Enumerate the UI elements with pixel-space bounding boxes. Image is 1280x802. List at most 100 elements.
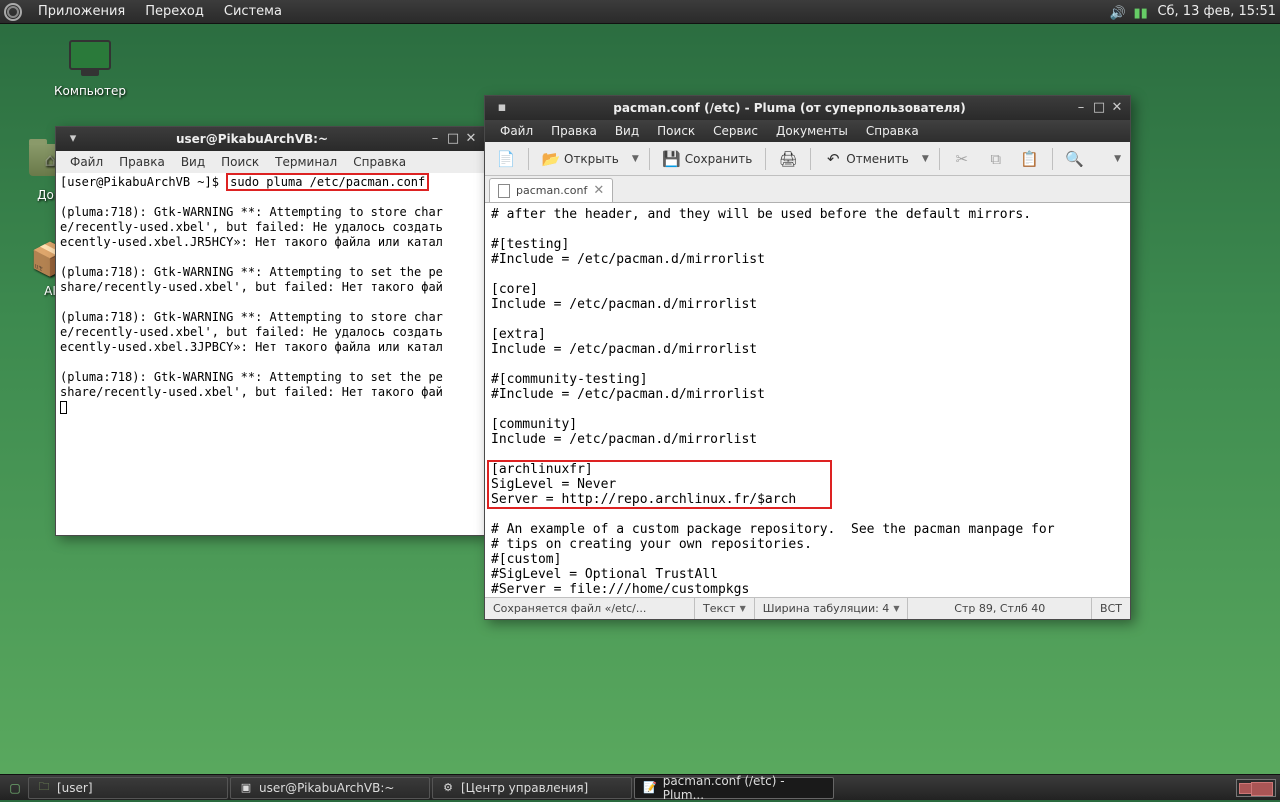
separator — [810, 148, 811, 170]
undo-dropdown[interactable]: ▼ — [919, 154, 932, 164]
terminal-body[interactable]: [user@PikabuArchVB ~]$ sudo pluma /etc/p… — [56, 173, 484, 535]
terminal-output: (pluma:718): Gtk-WARNING **: Attempting … — [60, 310, 443, 354]
separator — [528, 148, 529, 170]
menu-file[interactable]: Файл — [62, 155, 111, 169]
copy-icon: ⧉ — [987, 150, 1005, 168]
menu-view[interactable]: Вид — [606, 124, 648, 138]
print-icon: 🖨 — [779, 150, 797, 168]
copy-button[interactable]: ⧉ — [981, 146, 1011, 172]
undo-icon: ↶ — [824, 150, 842, 168]
bottom-panel: ▢ 🗀 [user] ▣ user@PikabuArchVB:~ ⚙ [Цент… — [0, 774, 1280, 800]
menu-edit[interactable]: Правка — [542, 124, 606, 138]
volume-icon[interactable]: 🔊 — [1109, 6, 1125, 18]
undo-button[interactable]: ↶Отменить — [818, 146, 915, 172]
pluma-window: ▪ pacman.conf (/etc) - Pluma (от суперпо… — [484, 95, 1131, 620]
separator — [939, 148, 940, 170]
terminal-command: sudo pluma /etc/pacman.conf — [226, 173, 429, 191]
menu-help[interactable]: Справка — [345, 155, 414, 169]
separator — [765, 148, 766, 170]
red-highlight-box — [487, 460, 832, 509]
clock[interactable]: Сб, 13 фев, 15:51 — [1157, 4, 1276, 19]
document-icon — [498, 184, 510, 198]
folder-icon: 🗀 — [37, 781, 51, 795]
battery-icon[interactable]: ▮▮ — [1133, 6, 1149, 18]
editor-body[interactable]: # after the header, and they will be use… — [485, 202, 1130, 597]
paste-icon: 📋 — [1021, 150, 1039, 168]
menu-file[interactable]: Файл — [491, 124, 542, 138]
desktop-icon-label: Компьютер — [50, 84, 130, 98]
prompt: [user@PikabuArchVB ~]$ — [60, 175, 226, 189]
editor-text: # after the header, and they will be use… — [491, 207, 1031, 447]
terminal-output: (pluma:718): Gtk-WARNING **: Attempting … — [60, 370, 443, 399]
status-tabwidth[interactable]: Ширина табуляции: 4▼ — [755, 598, 909, 619]
toolbar-overflow[interactable]: ▼ — [1111, 154, 1124, 164]
status-saving: Сохраняется файл «/etc/... — [485, 598, 695, 619]
minimize-button[interactable]: – — [1074, 101, 1088, 115]
find-icon: 🔍 — [1066, 150, 1084, 168]
terminal-titlebar[interactable]: ▾ user@PikabuArchVB:~ – □ ✕ — [56, 127, 484, 151]
pluma-title: pacman.conf (/etc) - Pluma (от суперполь… — [509, 101, 1070, 115]
cut-button[interactable]: ✂ — [947, 146, 977, 172]
show-desktop-icon: ▢ — [9, 781, 20, 795]
dropdown-icon: ▼ — [740, 604, 746, 613]
terminal-title: user@PikabuArchVB:~ — [80, 132, 424, 146]
new-doc-button[interactable]: 📄 — [491, 146, 521, 172]
status-mode[interactable]: Текст▼ — [695, 598, 755, 619]
menu-search[interactable]: Поиск — [648, 124, 704, 138]
close-button[interactable]: ✕ — [464, 132, 478, 146]
top-panel: Приложения Переход Система 🔊 ▮▮ Сб, 13 ф… — [0, 0, 1280, 24]
task-pluma[interactable]: 📝 pacman.conf (/etc) - Plum... — [634, 777, 834, 799]
task-control-center[interactable]: ⚙ [Центр управления] — [432, 777, 632, 799]
pluma-toolbar: 📄 📂Открыть ▼ 💾Сохранить 🖨 ↶Отменить ▼ ✂ … — [485, 142, 1130, 176]
open-dropdown[interactable]: ▼ — [629, 154, 642, 164]
menu-view[interactable]: Вид — [173, 155, 213, 169]
dropdown-icon: ▼ — [893, 604, 899, 613]
terminal-output: (pluma:718): Gtk-WARNING **: Attempting … — [60, 265, 443, 294]
task-terminal[interactable]: ▣ user@PikabuArchVB:~ — [230, 777, 430, 799]
task-user[interactable]: 🗀 [user] — [28, 777, 228, 799]
open-icon: 📂 — [542, 150, 560, 168]
pluma-titlebar[interactable]: ▪ pacman.conf (/etc) - Pluma (от суперпо… — [485, 96, 1130, 120]
status-insert-mode: ВСТ — [1092, 598, 1130, 619]
open-button[interactable]: 📂Открыть — [536, 146, 625, 172]
save-icon: 💾 — [663, 150, 681, 168]
menu-terminal[interactable]: Терминал — [267, 155, 345, 169]
window-menu-icon[interactable]: ▪ — [495, 101, 509, 115]
apps-menu[interactable]: Приложения — [28, 4, 135, 19]
tab-close-icon[interactable]: ✕ — [593, 183, 604, 198]
workspace-switcher[interactable] — [1236, 779, 1276, 797]
separator — [1052, 148, 1053, 170]
terminal-window: ▾ user@PikabuArchVB:~ – □ ✕ Файл Правка … — [55, 126, 485, 536]
maximize-button[interactable]: □ — [446, 132, 460, 146]
distro-logo-icon[interactable] — [4, 3, 22, 21]
find-button[interactable]: 🔍 — [1060, 146, 1090, 172]
system-menu[interactable]: Система — [214, 4, 292, 19]
menu-help[interactable]: Справка — [857, 124, 928, 138]
close-button[interactable]: ✕ — [1110, 101, 1124, 115]
cut-icon: ✂ — [953, 150, 971, 168]
minimize-button[interactable]: – — [428, 132, 442, 146]
menu-edit[interactable]: Правка — [111, 155, 173, 169]
maximize-button[interactable]: □ — [1092, 101, 1106, 115]
print-button[interactable]: 🖨 — [773, 146, 803, 172]
pluma-statusbar: Сохраняется файл «/etc/... Текст▼ Ширина… — [485, 597, 1130, 619]
menu-documents[interactable]: Документы — [767, 124, 857, 138]
window-menu-icon[interactable]: ▾ — [66, 132, 80, 146]
terminal-output: (pluma:718): Gtk-WARNING **: Attempting … — [60, 205, 443, 249]
editor-icon: 📝 — [643, 781, 657, 795]
terminal-menubar: Файл Правка Вид Поиск Терминал Справка — [56, 151, 484, 173]
save-button[interactable]: 💾Сохранить — [657, 146, 759, 172]
paste-button[interactable]: 📋 — [1015, 146, 1045, 172]
menu-search[interactable]: Поиск — [213, 155, 267, 169]
menu-tools[interactable]: Сервис — [704, 124, 767, 138]
terminal-cursor — [60, 401, 67, 414]
tab-pacman-conf[interactable]: pacman.conf ✕ — [489, 178, 613, 202]
new-doc-icon: 📄 — [497, 150, 515, 168]
monitor-icon — [69, 40, 111, 70]
settings-icon: ⚙ — [441, 781, 455, 795]
pluma-menubar: Файл Правка Вид Поиск Сервис Документы С… — [485, 120, 1130, 142]
places-menu[interactable]: Переход — [135, 4, 214, 19]
desktop-computer-icon[interactable]: Компьютер — [50, 40, 130, 98]
show-desktop-button[interactable]: ▢ — [4, 777, 26, 799]
terminal-icon: ▣ — [239, 781, 253, 795]
